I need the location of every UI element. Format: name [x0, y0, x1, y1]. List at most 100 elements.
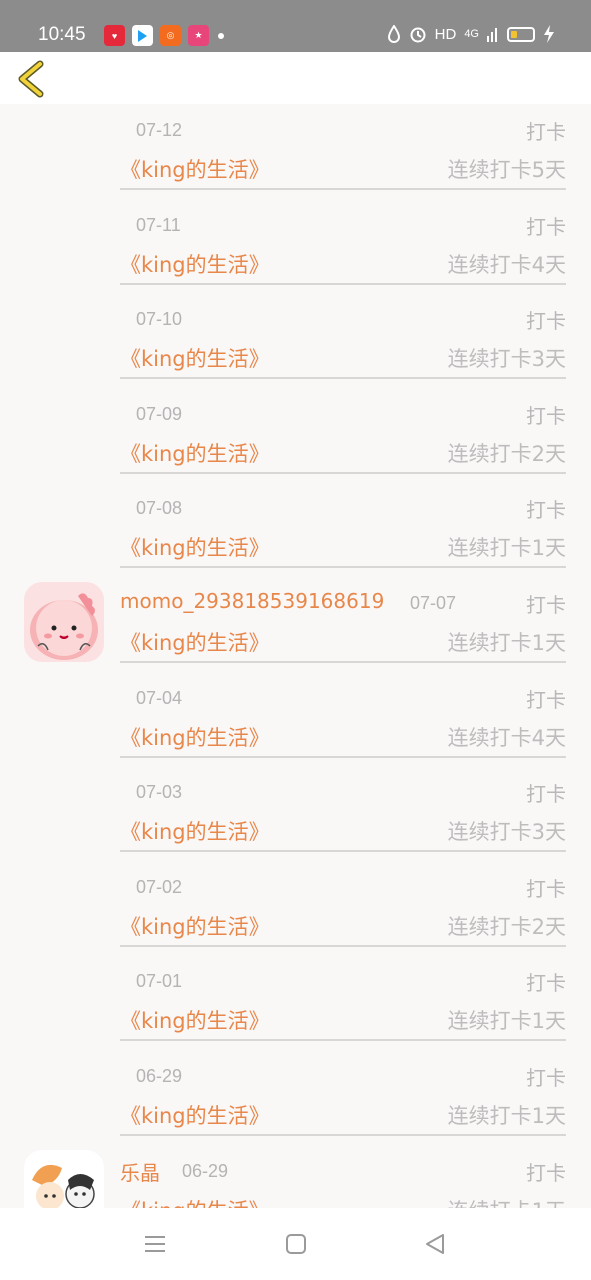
streak-text: 连续打卡1天 — [447, 1009, 566, 1034]
book-title[interactable]: 《king的生活》 — [120, 722, 270, 752]
app-orange-icon: ◎ — [160, 25, 181, 46]
entry-date: 07-03 — [136, 782, 183, 803]
list-item[interactable]: 乐晶 06-29 打卡 《king的生活》 连续打卡1天 — [0, 1145, 591, 1208]
entry-date: 07-11 — [136, 214, 181, 235]
list-item[interactable]: 07-12 打卡 《king的生活》 连续打卡5天 — [0, 104, 591, 199]
battery-icon — [507, 26, 535, 42]
list-item[interactable]: 07-03 打卡 《king的生活》 连续打卡3天 — [0, 766, 591, 861]
entry-content: 07-11 打卡 《king的生活》 连续打卡4天 — [120, 199, 566, 285]
streak-text: 连续打卡1天 — [448, 1195, 566, 1208]
entry-date: 07-04 — [136, 687, 183, 708]
list-item[interactable]: 07-11 打卡 《king的生活》 连续打卡4天 — [0, 199, 591, 294]
entry-date: 07-01 — [136, 971, 183, 992]
alarm-icon — [410, 27, 426, 43]
entry-date: 07-02 — [136, 876, 183, 897]
more-notifications-dot-icon — [218, 32, 224, 39]
streak-text: 连续打卡1天 — [447, 630, 566, 655]
streak-text: 连续打卡3天 — [447, 347, 566, 372]
back-triangle-icon — [426, 1234, 444, 1254]
system-back-button[interactable] — [423, 1232, 447, 1256]
entry-date: 06-29 — [136, 1065, 183, 1086]
entry-content: 07-12 打卡 《king的生活》 连续打卡5天 — [120, 104, 566, 190]
book-title[interactable]: 《king的生活》 — [120, 816, 270, 846]
list-item[interactable]: 07-04 打卡 《king的生活》 连续打卡4天 — [0, 672, 591, 767]
back-button[interactable] — [14, 58, 50, 100]
avatar[interactable] — [24, 581, 104, 662]
notification-icons: ♥ ◎ ★ — [104, 25, 224, 46]
entry-content: 06-29 打卡 《king的生活》 连续打卡1天 — [120, 1050, 566, 1136]
list-item[interactable]: 07-01 打卡 《king的生活》 连续打卡1天 — [0, 955, 591, 1050]
streak-text: 连续打卡1天 — [447, 1103, 566, 1128]
checkin-label: 打卡 — [526, 971, 566, 996]
checkin-label: 打卡 — [526, 120, 566, 144]
youku-icon — [132, 25, 153, 46]
charging-icon — [544, 25, 554, 43]
chevron-left-icon — [18, 60, 44, 98]
checkin-list[interactable]: 07-12 打卡 《king的生活》 连续打卡5天 07-11 打卡 《king… — [0, 104, 591, 1208]
streak-text: 连续打卡2天 — [447, 914, 566, 939]
entry-content: 乐晶 06-29 打卡 《king的生活》 连续打卡1天 — [120, 1145, 566, 1208]
status-time: 10:45 — [38, 24, 86, 45]
book-title[interactable]: 《king的生活》 — [120, 1100, 270, 1130]
entry-content: 07-04 打卡 《king的生活》 连续打卡4天 — [120, 672, 566, 758]
book-title[interactable]: 《king的生活》 — [120, 627, 270, 657]
streak-text: 连续打卡1天 — [447, 536, 566, 561]
book-title[interactable]: 《king的生活》 — [120, 1005, 270, 1035]
entry-date: 07-12 — [136, 120, 183, 140]
entry-date: 07-08 — [136, 498, 183, 519]
menu-icon — [145, 1236, 165, 1252]
username[interactable]: 乐晶 — [120, 1157, 160, 1186]
checkin-label: 打卡 — [526, 309, 566, 334]
network-hd: HD — [434, 25, 457, 43]
entry-content: 07-09 打卡 《king的生活》 连续打卡2天 — [120, 388, 566, 474]
checkin-label: 打卡 — [526, 214, 566, 239]
list-item[interactable]: 07-10 打卡 《king的生活》 连续打卡3天 — [0, 293, 591, 388]
status-bar: 10:45 ♥ ◎ ★ HD 4G — [0, 0, 591, 52]
checkin-label: 打卡 — [526, 1065, 566, 1090]
streak-text: 连续打卡2天 — [447, 441, 566, 466]
book-title[interactable]: 《king的生活》 — [120, 911, 270, 941]
app-heart-icon: ♥ — [104, 25, 125, 46]
book-title[interactable]: 《king的生活》 — [120, 532, 270, 562]
checkin-label: 打卡 — [526, 782, 566, 807]
system-nav-bar — [0, 1208, 591, 1280]
checkin-label: 打卡 — [526, 403, 566, 428]
status-right: HD 4G — [387, 25, 555, 43]
entry-content: 07-08 打卡 《king的生活》 连续打卡1天 — [120, 482, 566, 569]
list-item[interactable]: 07-08 打卡 《king的生活》 连续打卡1天 — [0, 482, 591, 577]
header-bar — [0, 52, 591, 104]
entry-content: 07-03 打卡 《king的生活》 连续打卡3天 — [120, 766, 566, 853]
entry-content: 07-01 打卡 《king的生活》 连续打卡1天 — [120, 955, 566, 1042]
list-item[interactable]: 06-29 打卡 《king的生活》 连续打卡1天 — [0, 1050, 591, 1145]
list-item[interactable]: momo_293818539168619 07-07 打卡 《king的生活》 … — [0, 577, 591, 672]
avatar[interactable] — [24, 1149, 104, 1208]
list-item[interactable]: 07-09 打卡 《king的生活》 连续打卡2天 — [0, 388, 591, 483]
entry-date: 07-10 — [136, 309, 183, 330]
book-title[interactable]: 《king的生活》 — [120, 438, 270, 468]
username[interactable]: momo_293818539168619 — [120, 589, 384, 613]
menu-button[interactable] — [143, 1232, 167, 1256]
book-title[interactable]: 《king的生活》 — [120, 1195, 270, 1208]
checkin-label: 打卡 — [526, 876, 566, 901]
book-title[interactable]: 《king的生活》 — [120, 343, 270, 373]
drop-icon — [387, 25, 400, 43]
entry-date: 06-29 — [182, 1160, 229, 1181]
streak-text: 连续打卡3天 — [447, 820, 566, 845]
book-title[interactable]: 《king的生活》 — [120, 249, 270, 279]
checkin-label: 打卡 — [526, 687, 566, 712]
entry-date: 07-07 — [410, 592, 457, 613]
entry-content: 07-10 打卡 《king的生活》 连续打卡3天 — [120, 293, 566, 380]
streak-text: 连续打卡4天 — [447, 725, 566, 750]
home-button[interactable] — [284, 1232, 308, 1256]
book-title[interactable]: 《king的生活》 — [120, 154, 270, 184]
entry-content: momo_293818539168619 07-07 打卡 《king的生活》 … — [120, 577, 566, 663]
pink-creature-avatar-icon — [24, 581, 104, 662]
streak-text: 连续打卡5天 — [447, 158, 566, 182]
checkin-label: 打卡 — [526, 592, 566, 617]
list-item[interactable]: 07-02 打卡 《king的生活》 连续打卡2天 — [0, 861, 591, 956]
checkin-label: 打卡 — [526, 498, 566, 523]
entry-date: 07-09 — [136, 403, 183, 424]
app-pink-icon: ★ — [188, 25, 209, 46]
streak-text: 连续打卡4天 — [447, 252, 566, 277]
checkin-label: 打卡 — [526, 1160, 566, 1185]
